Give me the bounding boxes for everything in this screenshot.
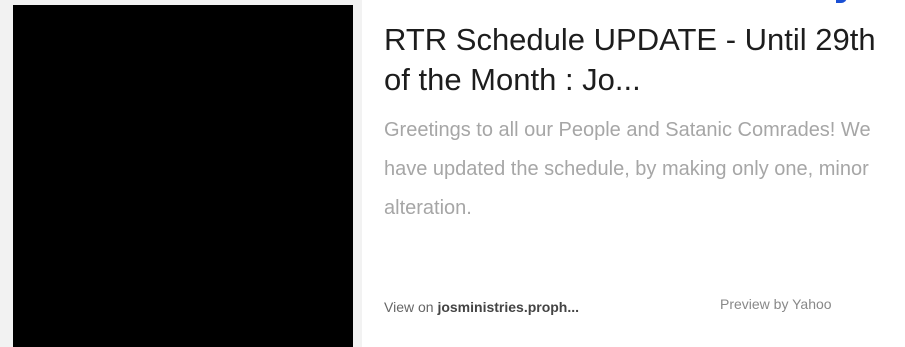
thumbnail-frame <box>0 0 362 347</box>
preview-title[interactable]: RTR Schedule UPDATE - Until 29th of the … <box>384 20 889 100</box>
cropped-link-glyph <box>836 0 848 4</box>
preview-content: RTR Schedule UPDATE - Until 29th of the … <box>384 20 889 228</box>
link-preview-card[interactable]: RTR Schedule UPDATE - Until 29th of the … <box>0 0 905 347</box>
preview-footer: View on josministries.proph... Preview b… <box>384 296 889 323</box>
preview-thumbnail[interactable] <box>13 5 353 347</box>
preview-description: Greetings to all our People and Satanic … <box>384 119 871 219</box>
preview-attribution: Preview by Yahoo <box>720 296 832 312</box>
source-domain: josministries.proph... <box>437 299 580 315</box>
view-on-prefix: View on <box>384 299 438 315</box>
view-on-link[interactable]: View on josministries.proph... <box>384 299 579 315</box>
